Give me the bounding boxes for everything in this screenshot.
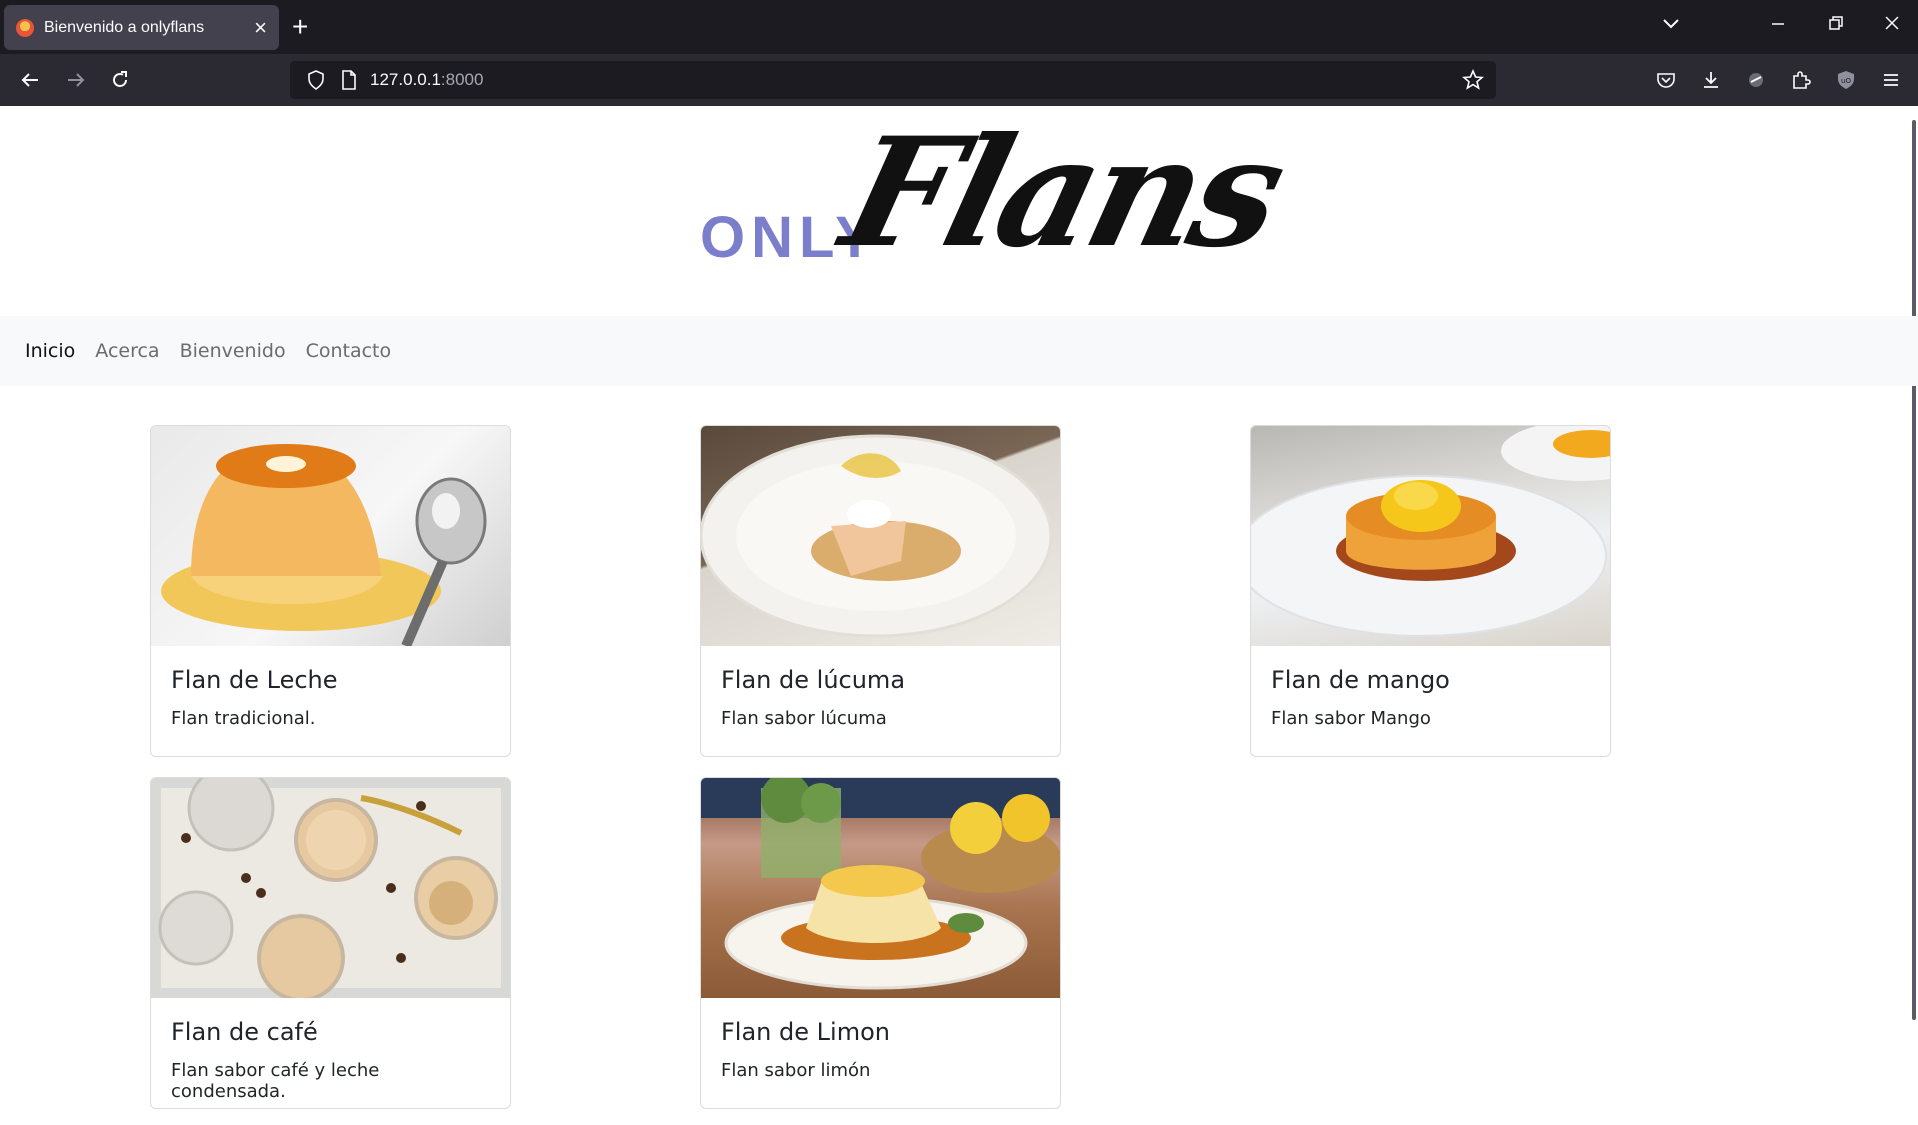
browser-toolbar: 127.0.0.1:8000 uO — [0, 54, 1918, 106]
nav-link-bienvenido[interactable]: Bienvenido — [180, 340, 286, 362]
card-title: Flan de Limon — [721, 1018, 890, 1046]
page-info-icon[interactable] — [340, 69, 358, 91]
main-navbar: Inicio Acerca Bienvenido Contacto — [0, 316, 1918, 386]
logo-wordmark: Flans — [828, 105, 1297, 281]
card-text: Flan sabor café y leche condensada. — [171, 1060, 380, 1102]
close-window-icon[interactable] — [1882, 12, 1902, 40]
ublock-shield-icon[interactable]: uO — [1832, 66, 1860, 94]
nav-link-acerca[interactable]: Acerca — [95, 340, 159, 362]
forward-arrow-icon[interactable] — [62, 66, 90, 94]
page-scrollbar[interactable] — [1912, 120, 1916, 1020]
bookmark-star-icon[interactable] — [1462, 69, 1484, 91]
card-text: Flan sabor limón — [721, 1060, 871, 1081]
flan-card[interactable]: Flan de Leche Flan tradicional. — [150, 425, 511, 757]
flan-de-mango-image — [1251, 426, 1610, 646]
card-title: Flan de lúcuma — [721, 666, 906, 694]
extensions-puzzle-icon[interactable] — [1787, 66, 1815, 94]
tab-close-icon[interactable]: × — [254, 16, 267, 39]
new-tab-plus-icon[interactable]: + — [292, 12, 308, 42]
site-favicon-icon — [16, 18, 34, 37]
card-text: Flan sabor lúcuma — [721, 708, 887, 729]
pocket-icon[interactable] — [1652, 66, 1680, 94]
page-content: ONLY Flans Inicio Acerca Bienvenido Cont… — [0, 105, 1918, 1125]
flan-de-lucuma-image — [701, 426, 1060, 646]
svg-text:uO: uO — [1841, 77, 1851, 85]
reload-icon[interactable] — [106, 66, 134, 94]
tracking-protection-shield-icon[interactable] — [306, 69, 326, 91]
downloads-icon[interactable] — [1697, 66, 1725, 94]
url-port: :8000 — [440, 70, 484, 89]
restore-window-icon[interactable] — [1826, 12, 1846, 40]
list-all-tabs-chevron-icon[interactable] — [1660, 12, 1682, 40]
card-text: Flan tradicional. — [171, 708, 316, 729]
url-host: 127.0.0.1 — [370, 70, 441, 89]
nav-link-contacto[interactable]: Contacto — [306, 340, 392, 362]
flan-de-leche-image — [151, 426, 510, 646]
flan-card[interactable]: Flan de mango Flan sabor Mango — [1250, 425, 1611, 757]
flan-card[interactable]: Flan de café Flan sabor café y leche con… — [150, 777, 511, 1109]
back-arrow-icon[interactable] — [16, 66, 44, 94]
flan-card[interactable]: Flan de lúcuma Flan sabor lúcuma — [700, 425, 1061, 757]
url-bar[interactable]: 127.0.0.1:8000 — [290, 61, 1496, 99]
tab-title: Bienvenido a onlyflans — [44, 18, 205, 36]
site-logo[interactable]: ONLY Flans — [700, 105, 1296, 296]
flan-de-limon-image — [701, 778, 1060, 998]
browser-tab[interactable]: Bienvenido a onlyflans × — [4, 5, 279, 50]
flan-card[interactable]: Flan de Limon Flan sabor limón — [700, 777, 1061, 1109]
app-menu-hamburger-icon[interactable] — [1877, 66, 1905, 94]
card-title: Flan de Leche — [171, 666, 338, 694]
minimize-window-icon[interactable] — [1768, 12, 1788, 40]
browser-tab-bar: Bienvenido a onlyflans × + — [0, 0, 1918, 54]
nav-link-inicio[interactable]: Inicio — [25, 340, 75, 362]
flan-de-cafe-image — [151, 778, 510, 998]
extension-dark-icon[interactable] — [1742, 66, 1770, 94]
card-title: Flan de café — [171, 1018, 318, 1046]
card-title: Flan de mango — [1271, 666, 1450, 694]
card-text: Flan sabor Mango — [1271, 708, 1431, 729]
